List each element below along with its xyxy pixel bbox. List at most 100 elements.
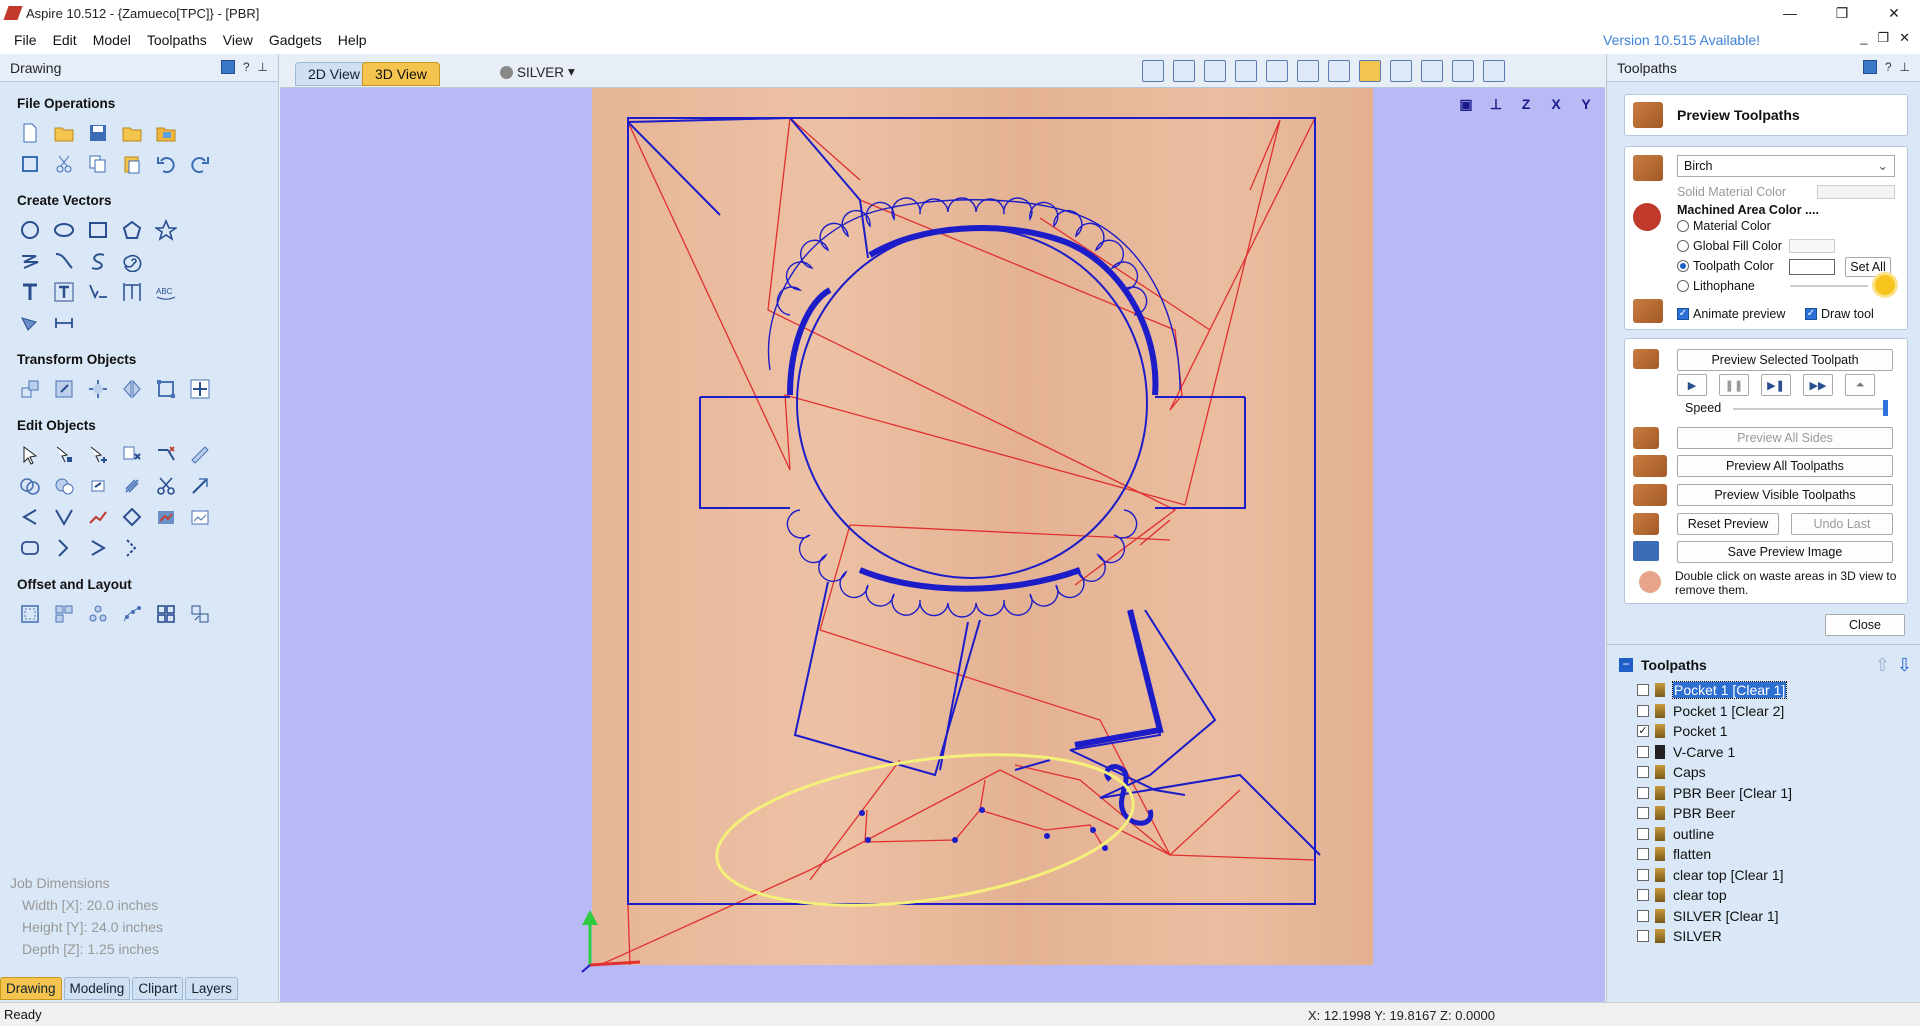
toolpath-name[interactable]: Caps [1673,764,1706,780]
toolpath-row[interactable]: SILVER [1617,926,1912,947]
closed-vector-icon[interactable] [18,536,42,560]
job-setup-icon[interactable] [18,152,42,176]
align-objects-icon[interactable] [86,377,110,401]
split-horizontal-icon[interactable] [1452,60,1474,82]
step-forward-button[interactable]: ▶❚ [1761,374,1791,396]
trim-delete-icon[interactable] [154,443,178,467]
play-button[interactable]: ▶ [1677,374,1707,396]
node-edit-icon[interactable] [52,443,76,467]
draw-rectangle-icon[interactable] [86,218,110,242]
spell-text-icon[interactable]: ABC [154,280,178,304]
zoom-out-icon[interactable] [1297,60,1319,82]
toolpath-name[interactable]: Pocket 1 [Clear 2] [1673,703,1784,719]
chamfer-tool-icon[interactable] [18,505,42,529]
toolpath-row[interactable]: outline [1617,824,1912,845]
pause-button[interactable]: ❚❚ [1719,374,1749,396]
toolpath-row[interactable]: Caps [1617,762,1912,783]
radio-global-fill-dot[interactable] [1677,240,1689,252]
preview-selected-toolpath-button[interactable]: Preview Selected Toolpath [1677,349,1893,371]
draw-curve-icon[interactable] [52,249,76,273]
extend-vector-icon[interactable] [52,536,76,560]
paste-icon[interactable] [120,152,144,176]
toolpath-visible-checkbox[interactable] [1637,848,1649,861]
grid-icon[interactable] [1204,60,1226,82]
toolpath-row[interactable]: PBR Beer [Clear 1] [1617,783,1912,804]
maximize-button[interactable]: ❐ [1816,0,1868,26]
collapse-toolpaths-icon[interactable]: − [1619,658,1633,672]
draw-dimension-icon[interactable] [18,311,42,335]
import-folder-icon[interactable] [120,121,144,145]
toolpath-row[interactable]: flatten [1617,844,1912,865]
text-on-curve-icon[interactable] [86,280,110,304]
tab-clipart[interactable]: Clipart [132,977,184,1000]
draw-tool-checkbox[interactable]: ✓ Draw tool [1805,307,1874,321]
draw-ellipse-icon[interactable] [52,218,76,242]
tab-drawing[interactable]: Drawing [0,977,62,1000]
menu-toolpaths[interactable]: Toolpaths [139,32,215,48]
zoom-extents-icon[interactable] [1142,60,1164,82]
animate-preview-checkbox[interactable]: ✓ Animate preview [1677,307,1785,321]
material-dropdown[interactable]: SILVER ▾ [500,64,575,80]
draw-arc-icon[interactable] [86,249,110,273]
radio-lithophane[interactable]: Lithophane [1677,279,1755,293]
fillet-tool-icon[interactable] [188,474,212,498]
view-y-icon[interactable]: Y [1575,93,1597,115]
radio-global-fill-color[interactable]: Global Fill Color [1677,239,1782,253]
material-select[interactable]: Birch ⌄ [1677,155,1895,177]
top-view-icon[interactable]: ⊥ [1485,93,1507,115]
set-size-icon[interactable] [154,377,178,401]
pin-icon[interactable]: ⊥ [1900,60,1910,74]
undo-icon[interactable] [154,152,178,176]
show-model-icon[interactable] [1421,60,1443,82]
draw-star-icon[interactable] [154,218,178,242]
iso-view-icon[interactable]: ▣ [1455,93,1477,115]
radio-toolpath-color[interactable]: Toolpath Color [1677,259,1774,273]
toolpath-row[interactable]: ✓ Pocket 1 [1617,721,1912,742]
split-vector-icon[interactable] [120,536,144,560]
collapse-button[interactable]: ⏶ [1845,374,1875,396]
toolpath-name[interactable]: clear top [1673,887,1727,903]
intersect-vectors-icon[interactable] [86,474,110,498]
animate-preview-check[interactable]: ✓ [1677,308,1689,320]
interactive-trim-icon[interactable] [120,443,144,467]
move-down-icon[interactable]: ⇩ [1897,655,1912,676]
radio-toolpath-color-dot[interactable] [1677,260,1689,272]
reset-preview-button[interactable]: Reset Preview [1677,513,1779,535]
tab-layers[interactable]: Layers [185,977,238,1000]
toolpath-row[interactable]: clear top [1617,885,1912,906]
transform-mode-icon[interactable] [86,443,110,467]
menu-view[interactable]: View [215,32,261,48]
dimension-measure-icon[interactable] [52,311,76,335]
panel-layout-icon[interactable] [1862,60,1877,74]
radio-lithophane-dot[interactable] [1677,280,1689,292]
subtract-vectors-icon[interactable] [52,474,76,498]
toolpath-visible-checkbox[interactable] [1637,786,1649,799]
toolpath-name[interactable]: Pocket 1 [Clear 1] [1671,681,1788,700]
mdi-close-button[interactable]: ✕ [1899,30,1910,46]
toolpath-visible-checkbox[interactable] [1637,930,1649,943]
toolpath-name[interactable]: Pocket 1 [1673,723,1727,739]
toolpath-visible-checkbox[interactable] [1637,766,1649,779]
menu-model[interactable]: Model [85,32,139,48]
pan-icon[interactable] [1235,60,1257,82]
copy-icon[interactable] [86,152,110,176]
draw-tool-check[interactable]: ✓ [1805,308,1817,320]
toolpath-visible-checkbox[interactable] [1637,868,1649,881]
move-object-icon[interactable] [18,377,42,401]
toolpath-visible-checkbox[interactable] [1637,827,1649,840]
toolpath-color-dropdown[interactable] [1789,259,1835,275]
toolpath-visible-checkbox[interactable] [1637,909,1649,922]
weld-vectors-icon[interactable] [18,474,42,498]
toolpath-visible-checkbox[interactable]: ✓ [1637,725,1649,738]
cut-icon[interactable] [52,152,76,176]
toolpath-visible-checkbox[interactable] [1637,807,1649,820]
minimize-button[interactable]: — [1764,0,1816,26]
toolpath-visible-checkbox[interactable] [1637,684,1649,697]
speed-slider-thumb[interactable] [1883,400,1888,416]
close-window-button[interactable]: ✕ [1868,0,1920,26]
speed-slider[interactable] [1733,408,1883,410]
toolpath-row[interactable]: PBR Beer [1617,803,1912,824]
tab-modeling[interactable]: Modeling [63,977,131,1000]
bend-text-icon[interactable] [120,280,144,304]
lithophane-slider[interactable] [1790,285,1868,287]
